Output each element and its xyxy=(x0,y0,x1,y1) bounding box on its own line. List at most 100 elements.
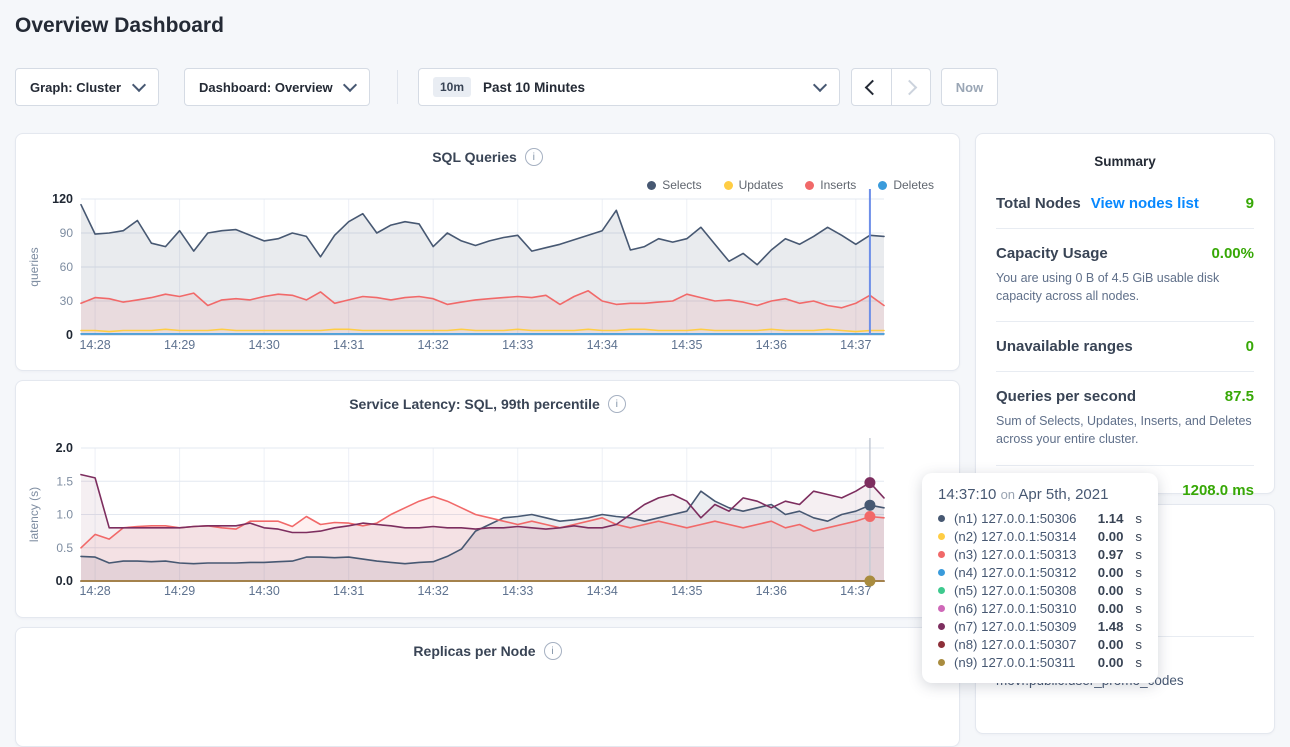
page-title: Overview Dashboard xyxy=(15,14,224,38)
y-axis-tick: 1.0 xyxy=(56,508,73,522)
summary-row-unavailable-ranges: Unavailable ranges 0 xyxy=(996,322,1254,372)
node-color-dot xyxy=(938,659,945,666)
total-nodes-value: 9 xyxy=(1246,195,1254,212)
tooltip-node-row: (n3) 127.0.0.1:503130.97s xyxy=(938,545,1142,563)
dashboard-dropdown[interactable]: Dashboard: Overview xyxy=(184,68,370,106)
node-address: (n2) 127.0.0.1:50314 xyxy=(954,529,1089,544)
node-latency-unit: s xyxy=(1135,529,1142,544)
queries-per-second-description: Sum of Selects, Updates, Inserts, and De… xyxy=(996,412,1254,448)
info-icon[interactable]: i xyxy=(544,642,562,660)
view-nodes-list-link[interactable]: View nodes list xyxy=(1091,195,1199,212)
node-color-dot xyxy=(938,569,945,576)
service-latency-panel: Service Latency: SQL, 99th percentile i … xyxy=(15,380,960,618)
x-axis-tick: 14:33 xyxy=(502,584,533,598)
time-range-label: Past 10 Minutes xyxy=(483,80,585,95)
y-axis-tick: 90 xyxy=(60,226,74,240)
x-axis-tick: 14:31 xyxy=(333,584,364,598)
node-address: (n1) 127.0.0.1:50306 xyxy=(954,511,1089,526)
crosshair-dot xyxy=(864,511,875,522)
sql-queries-chart: 14:2814:2914:3014:3114:3214:3314:3414:35… xyxy=(16,134,961,372)
node-latency-unit: s xyxy=(1135,583,1142,598)
capacity-usage-value: 0.00% xyxy=(1211,245,1254,262)
queries-per-second-value: 87.5 xyxy=(1225,388,1254,405)
node-color-dot xyxy=(938,515,945,522)
x-axis-tick: 14:30 xyxy=(248,338,279,352)
y-axis-tick: 30 xyxy=(60,294,74,308)
chevron-down-icon xyxy=(813,78,827,92)
y-axis-tick: 0.0 xyxy=(56,574,73,588)
x-axis-tick: 14:36 xyxy=(756,584,787,598)
capacity-usage-label: Capacity Usage xyxy=(996,245,1108,262)
node-latency-value: 0.00 xyxy=(1098,637,1124,652)
summary-row-queries-per-second: Queries per second 87.5 Sum of Selects, … xyxy=(996,372,1254,465)
node-address: (n4) 127.0.0.1:50312 xyxy=(954,565,1089,580)
tooltip-node-row: (n8) 127.0.0.1:50307 0.00 s xyxy=(938,635,1142,653)
y-axis-tick: 120 xyxy=(52,192,73,206)
x-axis-tick: 14:29 xyxy=(164,338,195,352)
toolbar-divider xyxy=(397,70,398,104)
x-axis-tick: 14:34 xyxy=(587,338,618,352)
x-axis-tick: 14:37 xyxy=(840,584,871,598)
node-latency-value: 1.48 xyxy=(1098,619,1124,634)
tooltip-node-row: (n9) 127.0.0.1:503110.00s xyxy=(938,653,1142,671)
y-axis-tick: 2.0 xyxy=(56,441,73,455)
node-color-dot xyxy=(938,605,945,612)
node-address: (n3) 127.0.0.1:50313 xyxy=(954,547,1089,562)
node-latency-value: 1.14 xyxy=(1098,511,1124,526)
node-latency-value: 0.00 xyxy=(1098,583,1124,598)
chart-hover-tooltip: 14:37:10 on Apr 5th, 2021 (n1) 127.0.0.1… xyxy=(922,473,1158,683)
y-axis-tick: 0.5 xyxy=(56,541,73,555)
time-range-picker[interactable]: 10m Past 10 Minutes xyxy=(418,68,840,106)
replicas-per-node-title: Replicas per Node xyxy=(413,643,535,659)
dashboard-dropdown-label: Dashboard: Overview xyxy=(199,80,333,95)
queries-per-second-label: Queries per second xyxy=(996,388,1136,405)
p99-latency-value: 1208.0 ms xyxy=(1182,482,1254,499)
x-axis-tick: 14:34 xyxy=(587,584,618,598)
crosshair-dot xyxy=(864,500,875,511)
node-address: (n5) 127.0.0.1:50308 xyxy=(954,583,1089,598)
x-axis-tick: 14:30 xyxy=(248,584,279,598)
time-range-badge: 10m xyxy=(433,77,471,97)
x-axis-tick: 14:31 xyxy=(333,338,364,352)
node-address: (n8) 127.0.0.1:50307 xyxy=(954,637,1089,652)
graph-dropdown-label: Graph: Cluster xyxy=(30,80,121,95)
node-color-dot xyxy=(938,533,945,540)
unavailable-ranges-label: Unavailable ranges xyxy=(996,338,1133,355)
x-axis-tick: 14:36 xyxy=(756,338,787,352)
graph-dropdown[interactable]: Graph: Cluster xyxy=(15,68,159,106)
node-color-dot xyxy=(938,641,945,648)
previous-range-button[interactable] xyxy=(852,69,891,105)
now-button[interactable]: Now xyxy=(941,68,998,106)
x-axis-tick: 14:37 xyxy=(840,338,871,352)
node-latency-unit: s xyxy=(1135,637,1142,652)
tooltip-node-row: (n6) 127.0.0.1:503100.00s xyxy=(938,599,1142,617)
node-latency-value: 0.97 xyxy=(1098,547,1124,562)
node-latency-value: 0.00 xyxy=(1098,529,1124,544)
y-axis-tick: 0 xyxy=(66,328,73,342)
tooltip-node-row: (n5) 127.0.0.1:50308 0.00 s xyxy=(938,581,1142,599)
x-axis-tick: 14:35 xyxy=(671,584,702,598)
x-axis-tick: 14:33 xyxy=(502,338,533,352)
chevron-down-icon xyxy=(343,78,357,92)
y-axis-tick: 1.5 xyxy=(56,474,73,488)
summary-row-capacity-usage: Capacity Usage 0.00% You are using 0 B o… xyxy=(996,229,1254,322)
node-latency-value: 0.00 xyxy=(1098,601,1124,616)
node-color-dot xyxy=(938,551,945,558)
node-address: (n6) 127.0.0.1:50310 xyxy=(954,601,1089,616)
x-axis-tick: 14:29 xyxy=(164,584,195,598)
chevron-right-icon xyxy=(901,79,917,95)
tooltip-timestamp: 14:37:10 on Apr 5th, 2021 xyxy=(938,486,1142,503)
next-range-button[interactable] xyxy=(891,69,931,105)
crosshair-dot xyxy=(864,477,875,488)
chevron-left-icon xyxy=(865,79,881,95)
unavailable-ranges-value: 0 xyxy=(1246,338,1254,355)
total-nodes-label: Total Nodes xyxy=(996,195,1081,212)
node-address: (n7) 127.0.0.1:50309 xyxy=(954,619,1089,634)
tooltip-node-row: (n2) 127.0.0.1:50314 0.00 s xyxy=(938,527,1142,545)
x-axis-tick: 14:35 xyxy=(671,338,702,352)
node-address: (n9) 127.0.0.1:50311 xyxy=(954,655,1089,670)
node-color-dot xyxy=(938,587,945,594)
node-latency-unit: s xyxy=(1135,565,1142,580)
capacity-usage-description: You are using 0 B of 4.5 GiB usable disk… xyxy=(996,269,1254,305)
time-range-arrows xyxy=(851,68,931,106)
